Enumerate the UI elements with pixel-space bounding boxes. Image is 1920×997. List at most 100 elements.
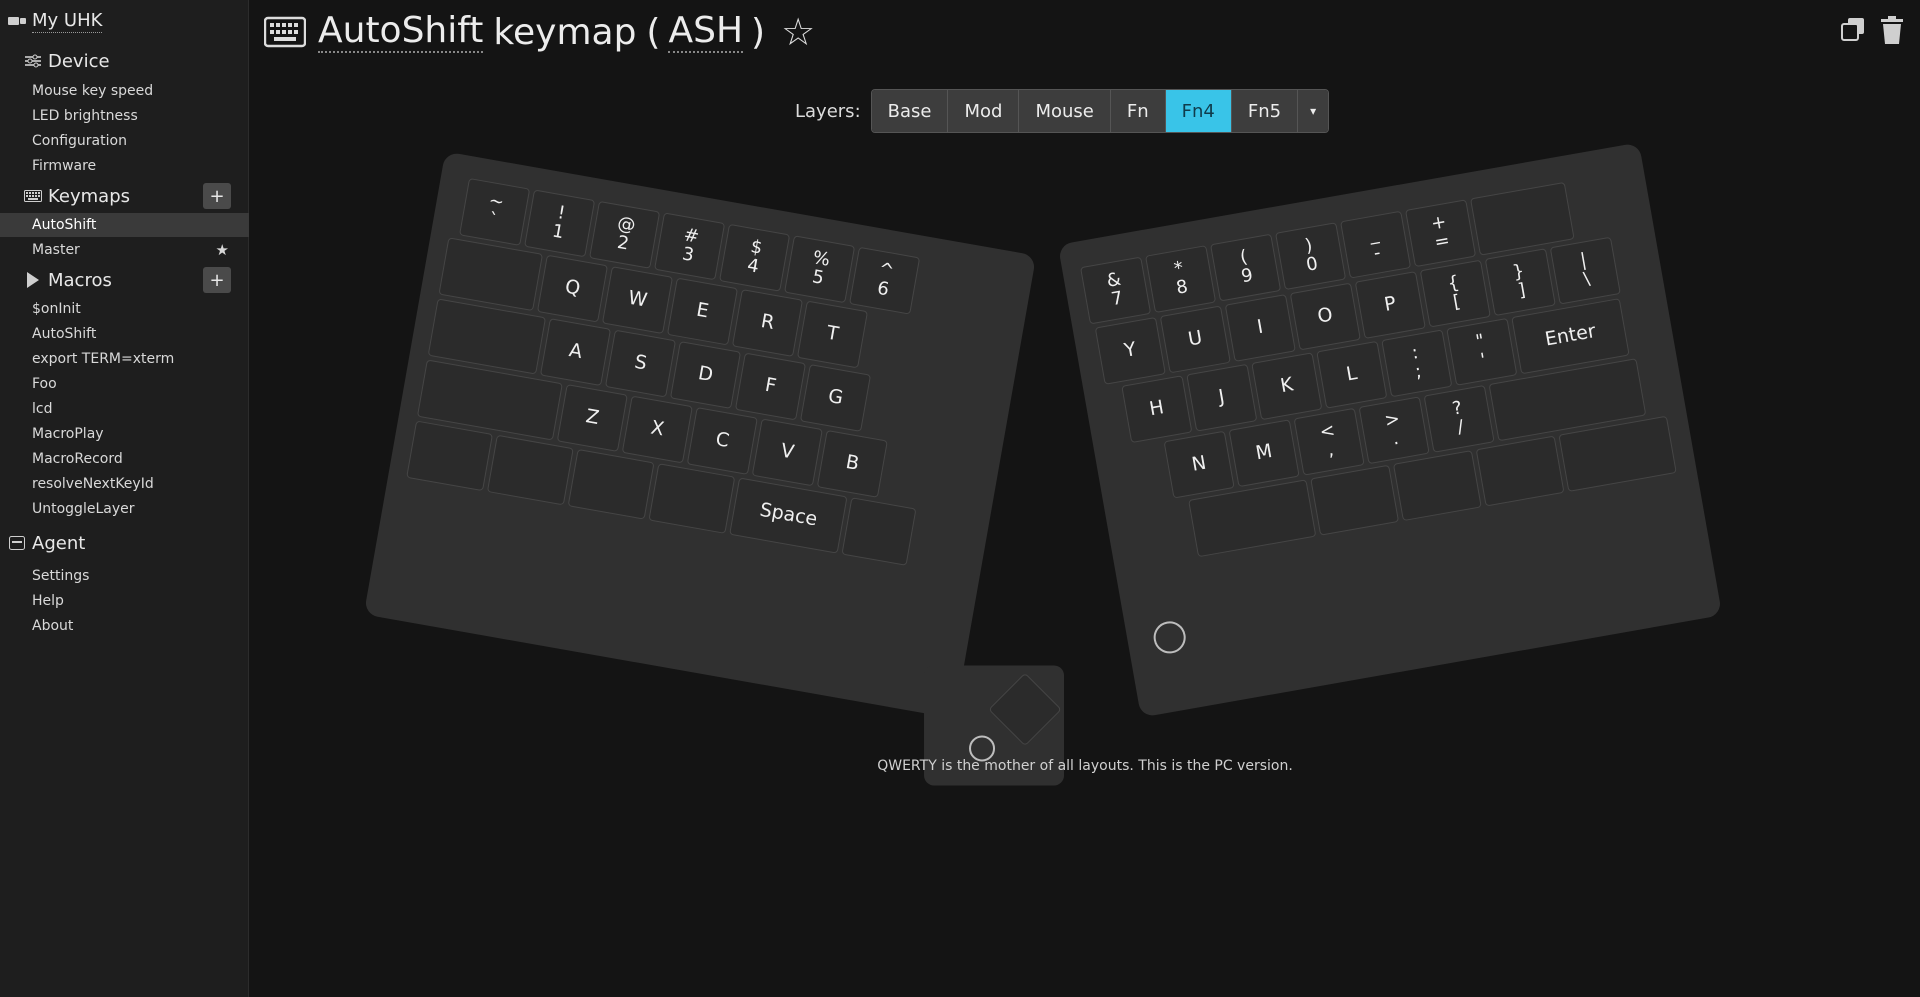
key-n[interactable]: N: [1163, 430, 1235, 499]
sidebar-item-macro[interactable]: UntoggleLayer: [0, 497, 249, 521]
key-g[interactable]: G: [799, 364, 872, 432]
device-title[interactable]: My UHK: [32, 10, 103, 33]
key-blank[interactable]: [1475, 435, 1565, 507]
sidebar-item-macro[interactable]: MacroPlay: [0, 422, 249, 446]
key-/[interactable]: ? /: [1423, 384, 1495, 453]
key-blank[interactable]: [1310, 464, 1400, 536]
key-p[interactable]: P: [1354, 271, 1426, 339]
key-blank[interactable]: [567, 448, 655, 520]
key-blank[interactable]: [648, 463, 736, 534]
duplicate-icon[interactable]: [1840, 16, 1866, 48]
key-base-label: 2: [615, 231, 631, 255]
key-8[interactable]: * 8: [1145, 245, 1217, 314]
key-blank[interactable]: [1392, 450, 1482, 522]
key-1[interactable]: ! 1: [524, 189, 596, 258]
key-q[interactable]: Q: [536, 254, 609, 323]
sidebar-item-macro[interactable]: lcd: [0, 397, 249, 421]
key-0[interactable]: ) 0: [1275, 222, 1347, 291]
key-j[interactable]: J: [1186, 363, 1258, 432]
key-9[interactable]: (9: [1210, 233, 1282, 302]
key-x[interactable]: X: [621, 395, 693, 464]
sidebar-item-macro[interactable]: $onInit: [0, 297, 249, 321]
add-macro-button[interactable]: +: [203, 267, 231, 293]
sidebar-item-macro[interactable]: AutoShift: [0, 322, 249, 346]
layer-button-fn[interactable]: Fn: [1110, 90, 1166, 132]
key-v[interactable]: V: [751, 418, 823, 487]
key-base-label: 1: [550, 220, 566, 244]
sidebar-item-settings[interactable]: Settings: [0, 564, 249, 588]
layer-button-mouse[interactable]: Mouse: [1019, 90, 1111, 132]
key-l[interactable]: L: [1316, 340, 1388, 409]
macros-section[interactable]: Macros +: [0, 267, 249, 293]
key-o[interactable]: O: [1289, 282, 1361, 351]
sidebar-item-help[interactable]: Help: [0, 589, 249, 613]
key-][interactable]: }]: [1484, 248, 1556, 317]
device-section-label: Device: [48, 50, 110, 72]
layer-button-fn4[interactable]: Fn4: [1165, 90, 1232, 132]
key-base-label: ]: [1516, 279, 1528, 302]
key-e[interactable]: E: [666, 277, 739, 346]
key-w[interactable]: W: [601, 266, 674, 335]
key-.[interactable]: >.: [1358, 396, 1430, 465]
key-z[interactable]: Z: [556, 384, 628, 452]
add-keymap-button[interactable]: +: [203, 183, 231, 209]
key-blank[interactable]: [406, 420, 494, 492]
key-`[interactable]: ~ `: [459, 178, 531, 246]
key-r[interactable]: R: [731, 289, 804, 357]
key-b[interactable]: B: [816, 429, 888, 498]
key-,[interactable]: <,: [1293, 407, 1365, 476]
key-blank[interactable]: [988, 672, 1062, 747]
key-blank[interactable]: [1470, 181, 1575, 256]
sidebar-item-macro[interactable]: resolveNextKeyId: [0, 472, 249, 496]
key-5[interactable]: % 5: [784, 235, 856, 304]
sidebar-item-macro[interactable]: export TERM=xterm: [0, 347, 249, 371]
key-3[interactable]: #3: [654, 212, 726, 281]
key-blank[interactable]: [438, 237, 544, 312]
key-c[interactable]: C: [686, 407, 758, 475]
key-;[interactable]: :;: [1381, 329, 1453, 398]
key-blank[interactable]: [841, 497, 917, 566]
keymap-abbreviation[interactable]: ASH: [668, 11, 744, 53]
sidebar-item-firmware[interactable]: Firmware: [0, 154, 249, 178]
sidebar-item-keymap-master[interactable]: Master ★: [0, 238, 249, 262]
keymap-name[interactable]: AutoShift: [318, 11, 484, 53]
layer-button-base[interactable]: Base: [871, 90, 949, 132]
key-h[interactable]: H: [1121, 375, 1193, 444]
key-a[interactable]: A: [539, 318, 612, 387]
key-u[interactable]: U: [1159, 305, 1231, 374]
key--[interactable]: _ -: [1340, 210, 1412, 279]
key-t[interactable]: T: [796, 300, 869, 369]
sidebar-item-keymap-autoshift[interactable]: AutoShift: [0, 213, 249, 237]
key-f[interactable]: F: [734, 352, 807, 421]
sidebar-item-about[interactable]: About: [0, 614, 249, 638]
key-\[interactable]: | \: [1549, 236, 1621, 305]
key-6[interactable]: ^ 6: [849, 246, 921, 315]
agent-section-label: Agent: [32, 532, 86, 554]
key-k[interactable]: K: [1251, 352, 1323, 421]
layer-dropdown-caret-icon[interactable]: ▾: [1298, 90, 1329, 132]
agent-section: Agent: [0, 530, 249, 556]
key-7[interactable]: & 7: [1080, 256, 1152, 325]
key-=[interactable]: + =: [1405, 199, 1477, 268]
key-s[interactable]: S: [604, 329, 677, 398]
key-4[interactable]: $4: [719, 223, 791, 292]
key-y[interactable]: Y: [1094, 316, 1166, 385]
favorite-star-icon[interactable]: ☆: [781, 10, 815, 54]
trackball-icon[interactable]: [1151, 618, 1189, 656]
device-title-row[interactable]: My UHK: [0, 8, 249, 34]
sidebar-item-macro[interactable]: Foo: [0, 372, 249, 396]
key-2[interactable]: @2: [589, 200, 661, 269]
key-d[interactable]: D: [669, 341, 742, 409]
sidebar-item-mouse-key-speed[interactable]: Mouse key speed: [0, 79, 249, 103]
sidebar-item-configuration[interactable]: Configuration: [0, 129, 249, 153]
key-i[interactable]: I: [1224, 294, 1296, 362]
sidebar-item-led-brightness[interactable]: LED brightness: [0, 104, 249, 128]
key-'[interactable]: " ': [1446, 317, 1518, 386]
key-[[interactable]: {[: [1419, 259, 1491, 328]
key-m[interactable]: M: [1228, 419, 1300, 488]
layer-button-mod[interactable]: Mod: [948, 90, 1020, 132]
layer-button-fn5[interactable]: Fn5: [1231, 90, 1299, 132]
sidebar-item-macro[interactable]: MacroRecord: [0, 447, 249, 471]
key-blank[interactable]: [486, 434, 574, 506]
trash-icon[interactable]: [1880, 16, 1904, 50]
